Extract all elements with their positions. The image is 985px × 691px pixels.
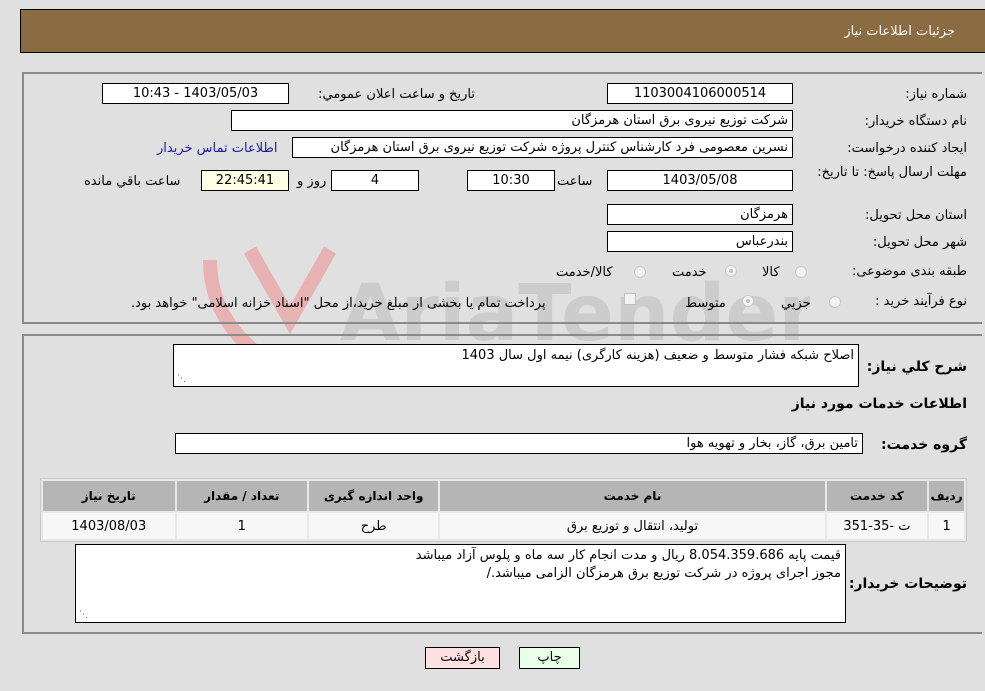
creator-label: ایجاد کننده درخواست:	[847, 141, 967, 156]
col-header-need-date: تاریخ نیاز	[43, 481, 175, 511]
province-label: استان محل تحویل:	[865, 208, 967, 223]
resize-grip-icon[interactable]: ⋰	[176, 374, 186, 384]
cell-row-number: 1	[929, 513, 964, 539]
buyer-org-field[interactable]: شرکت توزیع نیروی برق استان هرمزگان	[231, 110, 793, 131]
table-row: 1 ت -35-351 تولید، انتقال و توزیع برق طر…	[43, 513, 964, 539]
category-label: طبقه بندی موضوعی:	[851, 264, 967, 279]
back-button[interactable]: بازگشت	[425, 647, 500, 669]
announce-date-label: تاریخ و ساعت اعلان عمومي:	[318, 87, 475, 102]
category-option-service: خدمت	[672, 265, 707, 280]
process-option-minor: جزيي	[781, 296, 811, 311]
treasury-checkbox[interactable]	[624, 293, 636, 305]
category-radio-goods-service[interactable]	[634, 266, 646, 278]
col-header-row-number: ردیف	[929, 481, 964, 511]
buyer-notes-label: توضیحات خریدار:	[848, 576, 967, 592]
service-group-field[interactable]: تامین برق، گاز، بخار و تهویه هوا	[175, 433, 863, 454]
province-field[interactable]: هرمزگان	[607, 204, 793, 225]
buyer-contact-link[interactable]: اطلاعات تماس خریدار	[157, 141, 277, 156]
col-header-unit: واحد اندازه گیری	[308, 481, 439, 511]
table-header-row: ردیف کد خدمت نام خدمت واحد اندازه گیری ت…	[43, 481, 964, 511]
announce-date-field[interactable]: 1403/05/03 - 10:43	[102, 83, 289, 104]
remaining-time-field[interactable]: 22:45:41	[201, 170, 289, 191]
page-title: جزئیات اطلاعات نیاز	[844, 24, 955, 39]
col-header-quantity: تعداد / مقدار	[176, 481, 307, 511]
services-table: ردیف کد خدمت نام خدمت واحد اندازه گیری ت…	[40, 478, 967, 542]
treasury-note: پرداخت تمام یا بخشی از مبلغ خرید،از محل …	[131, 296, 546, 311]
creator-field[interactable]: نسرین معصومی فرد کارشناس کنترل پروژه شرک…	[292, 137, 793, 158]
category-radio-service[interactable]	[725, 265, 737, 277]
category-option-goods-service: کالا/خدمت	[556, 265, 613, 280]
buyer-org-label: نام دستگاه خریدار:	[864, 114, 967, 129]
buyer-notes-textarea[interactable]: قیمت پایه 8.054.359.686 ریال و مدت انجام…	[75, 544, 846, 623]
page-header: جزئیات اطلاعات نیاز	[20, 9, 985, 53]
description-label: شرح کلي نیاز:	[866, 359, 967, 375]
process-option-medium: متوسط	[685, 296, 726, 311]
city-field[interactable]: بندرعباس	[607, 231, 793, 252]
service-group-label: گروه خدمت:	[881, 437, 967, 453]
print-button[interactable]: چاپ	[519, 647, 580, 669]
category-option-goods: کالا	[762, 265, 780, 280]
days-remaining-field[interactable]: 4	[331, 170, 419, 191]
cell-unit: طرح	[308, 513, 439, 539]
process-radio-minor[interactable]	[829, 296, 841, 308]
deadline-time-label: ساعت	[557, 174, 593, 189]
services-heading: اطلاعات خدمات مورد نیاز	[791, 396, 967, 412]
process-radio-medium[interactable]	[742, 295, 754, 307]
city-label: شهر محل تحویل:	[872, 235, 967, 250]
description-textarea[interactable]: اصلاح شبکه فشار متوسط و ضعیف (هزینه کارگ…	[173, 344, 859, 387]
need-number-field[interactable]: 1103004106000514	[607, 83, 793, 104]
category-radio-goods[interactable]	[795, 266, 807, 278]
cell-service-code: ت -35-351	[826, 513, 928, 539]
cell-service-name: تولید، انتقال و توزیع برق	[440, 513, 825, 539]
buyer-notes-line-2: مجوز اجرای پروژه در شرکت توزیع برق هرمزگ…	[486, 566, 841, 581]
resize-grip-icon[interactable]: ⋰	[78, 610, 88, 620]
process-label: نوع فرآیند خرید :	[875, 294, 967, 309]
need-number-label: شماره نیاز:	[905, 87, 967, 102]
cell-need-date: 1403/08/03	[43, 513, 175, 539]
buyer-notes-line-1: قیمت پایه 8.054.359.686 ریال و مدت انجام…	[415, 548, 841, 563]
remaining-time-label: ساعت باقي مانده	[84, 174, 181, 189]
cell-quantity: 1	[176, 513, 307, 539]
description-text: اصلاح شبکه فشار متوسط و ضعیف (هزینه کارگ…	[461, 348, 854, 363]
col-header-service-code: کد خدمت	[826, 481, 928, 511]
deadline-date-field[interactable]: 1403/05/08	[607, 170, 793, 191]
deadline-time-field[interactable]: 10:30	[467, 170, 555, 191]
days-label: روز و	[297, 174, 327, 189]
deadline-label: مهلت ارسال پاسخ: تا تاریخ:	[817, 165, 967, 180]
col-header-service-name: نام خدمت	[440, 481, 825, 511]
